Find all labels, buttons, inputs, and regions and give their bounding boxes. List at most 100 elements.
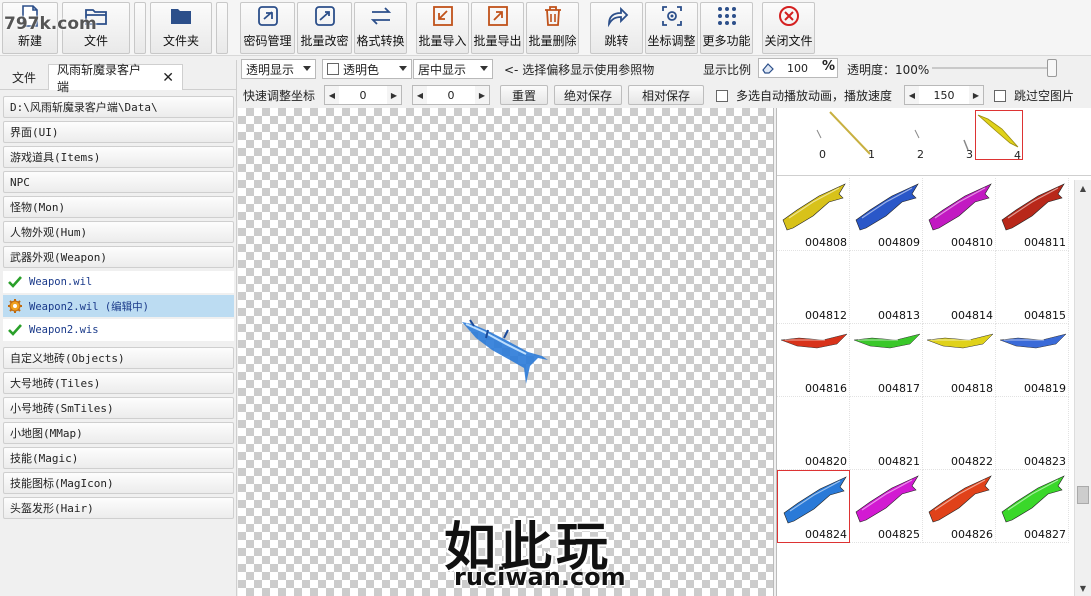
display-mode-select[interactable]: 透明显示 [241, 59, 316, 79]
thumbnail-cell[interactable]: 004822 [923, 397, 996, 470]
transparent-color-select[interactable]: 透明色 [322, 59, 412, 79]
path-label: D:\风雨斩魔录客户端\Data\ [10, 101, 158, 114]
frame-index: 4 [1014, 149, 1021, 162]
file-item[interactable]: Weapon.wil [3, 271, 234, 293]
speed-field[interactable]: ◀ 150 ▶ [904, 85, 984, 105]
thumbnail-cell[interactable]: 004812 [777, 251, 850, 324]
relative-save-button[interactable]: 相对保存 [628, 85, 704, 105]
thumbnail-cell[interactable]: 004810 [923, 178, 996, 251]
auto-play-checkbox[interactable] [716, 89, 728, 102]
tree-item[interactable]: 武器外观(Weapon) [3, 246, 234, 268]
thumbnail-cell[interactable]: 004808 [777, 178, 850, 251]
thumbnail-cell[interactable]: 004820 [777, 397, 850, 470]
close-icon[interactable]: ✕ [162, 70, 174, 86]
scroll-down-icon[interactable]: ▼ [1075, 580, 1091, 596]
watermark-top: 797k.com [4, 14, 97, 34]
coord-adjust-button[interactable]: 坐标调整 [645, 2, 698, 54]
x-coord-field[interactable]: ◀ 0 ▶ [324, 85, 402, 105]
editing-gear-icon [7, 298, 23, 314]
thumbnail-cell[interactable]: 004821 [850, 397, 923, 470]
password-manage-button[interactable]: 密码管理 [240, 2, 295, 54]
decrement-icon[interactable]: ◀ [905, 86, 919, 104]
chevron-down-icon [480, 66, 488, 71]
relative-save-label: 相对保存 [641, 88, 690, 103]
y-coord-value: 0 [447, 88, 455, 102]
decrement-icon[interactable]: ◀ [413, 86, 427, 104]
thumbnail-id: 004809 [878, 236, 920, 249]
thumbnail-cell[interactable]: 004825 [850, 470, 923, 543]
absolute-save-button[interactable]: 绝对保存 [554, 85, 622, 105]
jump-button[interactable]: 跳转 [590, 2, 643, 54]
reset-button[interactable]: 重置 [500, 85, 548, 105]
increment-icon[interactable]: ▶ [475, 86, 489, 104]
thumbnail-cell[interactable]: 004811 [996, 178, 1069, 251]
skip-empty-checkbox[interactable] [994, 89, 1006, 102]
thumbnail-id: 004815 [1024, 309, 1066, 322]
thumbnail-cell[interactable]: 004826 [923, 470, 996, 543]
tree-item[interactable]: 小地图(MMap) [3, 422, 234, 444]
tree-item[interactable]: 人物外观(Hum) [3, 221, 234, 243]
y-coord-field[interactable]: ◀ 0 ▶ [412, 85, 490, 105]
close-file-button[interactable]: 关闭文件 [762, 2, 815, 54]
scroll-up-icon[interactable]: ▲ [1075, 180, 1091, 196]
path-item[interactable]: D:\风雨斩魔录客户端\Data\ [3, 96, 234, 118]
thumbnail-cell[interactable]: 004819 [996, 324, 1069, 397]
tab-client[interactable]: 风雨斩魔录客户端 ✕ [48, 63, 183, 94]
transparent-color-checkbox[interactable] [327, 63, 339, 75]
tree-item[interactable]: 怪物(Mon) [3, 196, 234, 218]
decrement-icon[interactable]: ◀ [325, 86, 339, 104]
thumbnail-cell[interactable]: 004813 [850, 251, 923, 324]
tree-item[interactable]: 技能(Magic) [3, 447, 234, 469]
frame-thumb[interactable]: 4 [975, 110, 1023, 162]
file-item-label: Weapon.wil [29, 276, 93, 288]
auto-play-option[interactable]: 多选自动播放动画，播放速度 [716, 87, 892, 104]
align-mode-select[interactable]: 居中显示 [413, 59, 493, 79]
tab-file[interactable]: 文件 [4, 64, 44, 90]
grid-dots-icon [714, 3, 740, 28]
thumbnail-cell[interactable]: 004823 [996, 397, 1069, 470]
folder-label: 文件夹 [162, 34, 199, 48]
folder-button[interactable]: 文件夹 [150, 2, 212, 54]
thumbnail-id: 004808 [805, 236, 847, 249]
frame-thumb[interactable]: 0 [779, 110, 827, 161]
thumbnail-cell[interactable]: 004815 [996, 251, 1069, 324]
increment-icon[interactable]: ▶ [387, 86, 401, 104]
x-coord-value: 0 [359, 88, 367, 102]
more-functions-button[interactable]: 更多功能 [700, 2, 753, 54]
format-convert-button[interactable]: 格式转换 [354, 2, 407, 54]
batch-password-button[interactable]: 批量改密 [297, 2, 352, 54]
scrollbar-thumb[interactable] [1077, 486, 1089, 504]
batch-delete-button[interactable]: 批量删除 [526, 2, 579, 54]
thumbnail-cell[interactable]: 004817 [850, 324, 923, 397]
file-item[interactable]: Weapon2.wil (编辑中) [3, 295, 234, 317]
thumbnail-cell[interactable]: 004818 [923, 324, 996, 397]
trash-icon [540, 3, 566, 28]
tree-item[interactable]: 游戏道具(Items) [3, 146, 234, 168]
opacity-slider[interactable] [932, 59, 1057, 77]
frame-thumb[interactable]: 1 [828, 110, 876, 161]
file-item[interactable]: Weapon2.wis [3, 319, 234, 341]
frame-thumb[interactable]: 2 [877, 110, 925, 161]
tree-item[interactable]: 技能图标(MagIcon) [3, 472, 234, 494]
tree-item[interactable]: NPC [3, 171, 234, 193]
tree-item[interactable]: 大号地砖(Tiles) [3, 372, 234, 394]
thumbnail-id: 004819 [1024, 382, 1066, 395]
thumbnail-cell[interactable]: 004827 [996, 470, 1069, 543]
increment-icon[interactable]: ▶ [969, 86, 983, 104]
thumbnail-cell[interactable]: 004814 [923, 251, 996, 324]
batch-export-button[interactable]: 批量导出 [471, 2, 524, 54]
opacity-slider-knob[interactable] [1047, 59, 1057, 77]
thumbnail-id: 004825 [878, 528, 920, 541]
skip-empty-option[interactable]: 跳过空图片 [994, 87, 1074, 104]
tree-item[interactable]: 自定义地砖(Objects) [3, 347, 234, 369]
thumbnail-cell[interactable]: 004824 [777, 470, 850, 543]
batch-import-button[interactable]: 批量导入 [416, 2, 469, 54]
format-convert-label: 格式转换 [356, 34, 405, 48]
frame-thumb[interactable]: 3 [926, 110, 974, 161]
thumbnail-cell[interactable]: 004816 [777, 324, 850, 397]
thumbnail-scrollbar[interactable]: ▲ ▼ [1074, 180, 1091, 596]
tree-item[interactable]: 界面(UI) [3, 121, 234, 143]
tree-item[interactable]: 头盔发形(Hair) [3, 497, 234, 519]
tree-item[interactable]: 小号地砖(SmTiles) [3, 397, 234, 419]
thumbnail-cell[interactable]: 004809 [850, 178, 923, 251]
